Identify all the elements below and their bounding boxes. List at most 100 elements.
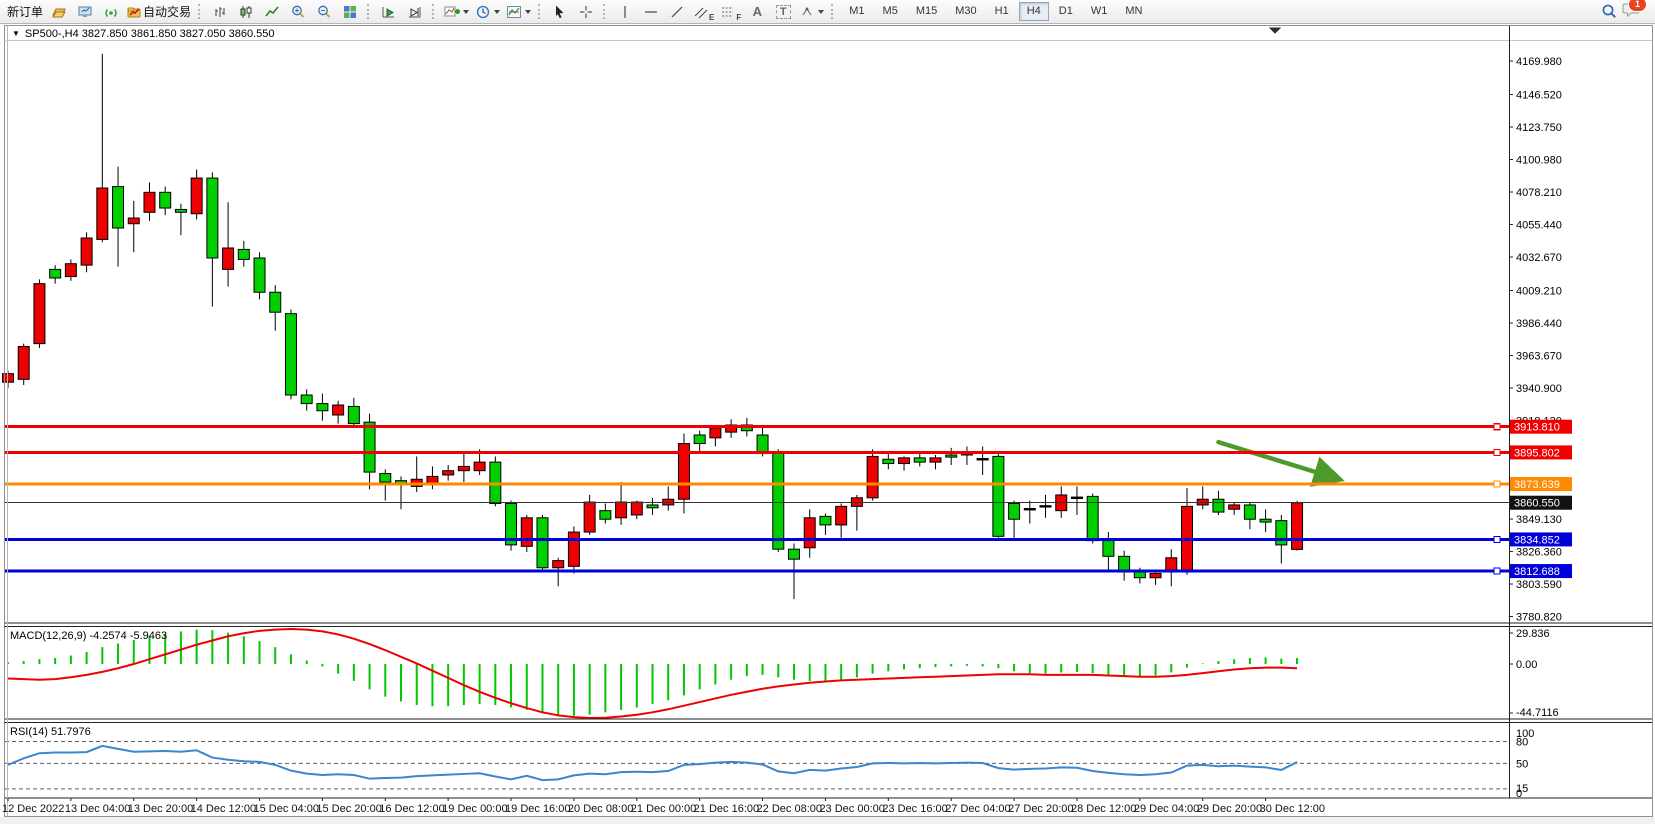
time-tick-label: 22 Dec 08:00 <box>757 803 822 815</box>
zoom-out-button[interactable] <box>311 1 337 23</box>
timeframe-M5[interactable]: M5 <box>875 2 906 21</box>
chart-shift-icon <box>407 4 423 20</box>
chart-title[interactable]: ▼SP500-,H4 3827.850 3861.850 3827.050 38… <box>12 28 274 40</box>
hline-handle[interactable] <box>1494 424 1500 430</box>
candle <box>710 428 721 438</box>
new-order-label: 新订单 <box>7 3 43 20</box>
timeframe-M30[interactable]: M30 <box>947 2 984 21</box>
channel-button[interactable]: E <box>690 1 717 23</box>
price-tick-label: 4009.210 <box>1516 286 1562 298</box>
timeframe-W1[interactable]: W1 <box>1083 2 1116 21</box>
tile-windows-button[interactable] <box>337 1 363 23</box>
time-tick-label: 29 Dec 04:00 <box>1134 803 1199 815</box>
candle <box>380 474 391 483</box>
time-tick-label: 15 Dec 04:00 <box>254 803 319 815</box>
candle <box>1197 499 1208 505</box>
line-chart-button[interactable] <box>259 1 285 23</box>
candle <box>1260 519 1271 522</box>
text-button[interactable]: A <box>744 1 770 23</box>
candle <box>946 455 957 457</box>
candle <box>285 314 296 395</box>
candle <box>647 505 658 508</box>
tile-windows-icon <box>342 4 358 20</box>
price-line-badge-label: 3913.810 <box>1514 422 1560 434</box>
text-label-button[interactable]: T <box>770 1 796 23</box>
timeframe-M1[interactable]: M1 <box>841 2 872 21</box>
candle <box>537 518 548 568</box>
timeframe-H1[interactable]: H1 <box>987 2 1017 21</box>
hline-handle[interactable] <box>1494 481 1500 487</box>
candle <box>160 192 171 208</box>
time-tick-label: 19 Dec 00:00 <box>442 803 507 815</box>
periods-button[interactable] <box>472 1 503 23</box>
auto-trading-label: 自动交易 <box>143 3 191 20</box>
candle <box>207 178 218 258</box>
timeframe-MN[interactable]: MN <box>1117 2 1150 21</box>
trendline-button[interactable] <box>664 1 690 23</box>
channel-glyph: E <box>709 13 714 22</box>
candle <box>364 422 375 472</box>
horizontal-line-button[interactable] <box>638 1 664 23</box>
frame-group <box>0 25 1655 824</box>
candle <box>191 178 202 214</box>
auto-scroll-button[interactable] <box>376 1 402 23</box>
toolbar-grip <box>432 4 437 19</box>
price-tick-label: 4100.980 <box>1516 155 1562 167</box>
zoom-out-icon <box>316 4 332 20</box>
search-button[interactable] <box>1596 1 1622 23</box>
text-icon: A <box>753 4 762 19</box>
new-order-button[interactable]: 新订单 <box>4 1 46 23</box>
signals-button[interactable] <box>98 1 124 23</box>
crosshair-icon <box>578 4 594 20</box>
chart-shift-button[interactable] <box>402 1 428 23</box>
candle <box>317 404 328 411</box>
time-tick-label: 23 Dec 16:00 <box>882 803 947 815</box>
indicators-button[interactable] <box>441 1 472 23</box>
time-tick-label: 13 Dec 20:00 <box>128 803 193 815</box>
candlestick-button[interactable] <box>233 1 259 23</box>
candle <box>789 549 800 559</box>
notifications-button[interactable]: 1 <box>1622 1 1641 23</box>
signal-icon <box>103 4 119 20</box>
zoom-in-button[interactable] <box>285 1 311 23</box>
cursor-button[interactable] <box>547 1 573 23</box>
candle <box>836 506 847 525</box>
vertical-line-button[interactable] <box>612 1 638 23</box>
time-tick-label: 15 Dec 20:00 <box>316 803 381 815</box>
price-tick-label: 3963.670 <box>1516 351 1562 363</box>
timeframe-H4[interactable]: H4 <box>1019 2 1049 21</box>
timeframe-M15[interactable]: M15 <box>908 2 945 21</box>
candle <box>1009 504 1020 520</box>
bar-chart-button[interactable] <box>207 1 233 23</box>
vertical-line-icon <box>617 4 633 20</box>
indicators-icon <box>444 4 460 20</box>
candle <box>223 248 234 269</box>
auto-trading-button[interactable]: 自动交易 <box>124 1 194 23</box>
price-tick-label: 3803.590 <box>1516 579 1562 591</box>
market-watch-icon[interactable] <box>46 1 72 23</box>
chart-shift-marker[interactable] <box>1269 28 1281 35</box>
candle <box>113 187 124 228</box>
arrows-button[interactable] <box>796 1 827 23</box>
fibonacci-button[interactable]: F <box>717 1 744 23</box>
price-tick-label: 3849.130 <box>1516 514 1562 526</box>
timeframe-D1[interactable]: D1 <box>1051 2 1081 21</box>
price-line-badge-label: 3873.639 <box>1514 479 1560 491</box>
time-tick-label: 30 Dec 12:00 <box>1260 803 1325 815</box>
hline-handle[interactable] <box>1494 568 1500 574</box>
chart-canvas: 4169.9804146.5204123.7504100.9804078.210… <box>0 0 1655 829</box>
hline-handle[interactable] <box>1494 449 1500 455</box>
data-window-button[interactable] <box>72 1 98 23</box>
candle <box>1103 541 1114 557</box>
candle <box>977 459 988 460</box>
gold-icon <box>51 4 67 20</box>
candle <box>1134 572 1145 578</box>
hline-handle[interactable] <box>1494 536 1500 542</box>
candle <box>81 238 92 265</box>
candle <box>34 284 45 344</box>
chart-dropdown-icon[interactable]: ▼ <box>12 29 20 38</box>
crosshair-button[interactable] <box>573 1 599 23</box>
templates-button[interactable] <box>503 1 534 23</box>
candle <box>348 406 359 423</box>
trend-arrow-annotation[interactable] <box>1218 442 1336 478</box>
